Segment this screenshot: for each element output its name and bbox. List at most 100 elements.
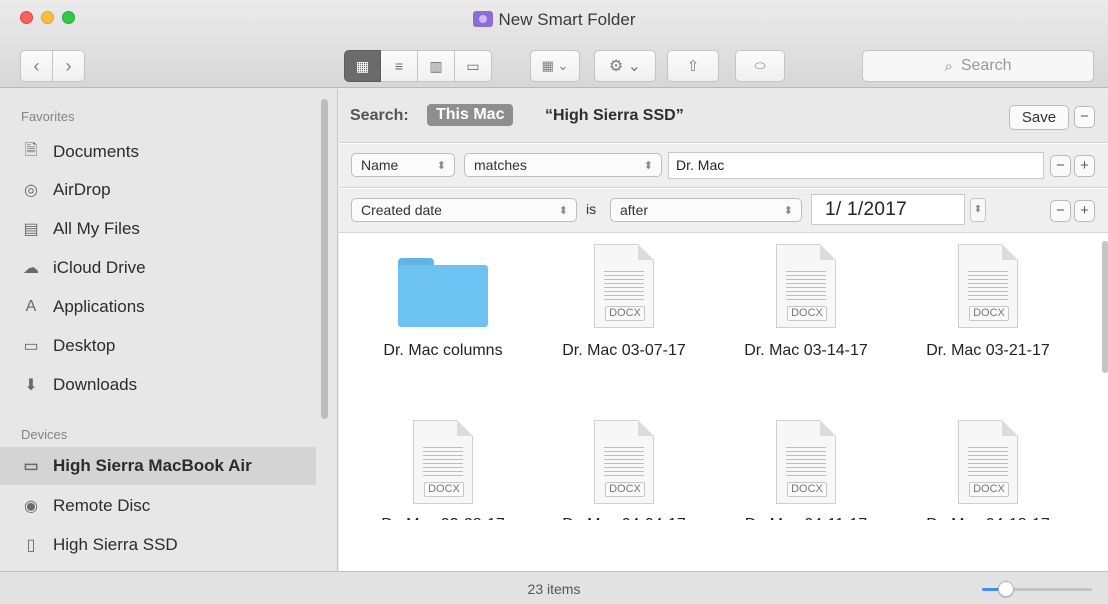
action-button[interactable]: ⚙ ⌄ [594, 50, 656, 82]
docx-document-icon: DOCX [958, 244, 1018, 328]
sidebar-item-remote-disc[interactable]: ◉ Remote Disc [0, 487, 316, 525]
attribute-popup[interactable]: Name ⬍ [351, 153, 455, 177]
date-stepper[interactable]: ⬍ [970, 198, 986, 222]
result-item-document[interactable]: DOCX Dr. Mac 03-28-17 [358, 410, 528, 520]
docx-document-icon: DOCX [958, 420, 1018, 504]
chevron-right-icon: › [65, 55, 72, 76]
file-extension-badge: DOCX [605, 482, 645, 497]
search-placeholder: Search [960, 57, 1012, 74]
attribute-popup-value: Name [361, 157, 399, 173]
result-item-name: Dr. Mac 03-28-17 [358, 510, 528, 520]
sidebar-item-documents[interactable]: 🗎 Documents [0, 133, 316, 171]
icon-view-icon: ▦ [355, 57, 370, 74]
name-value-field[interactable]: Dr. Mac [668, 152, 1044, 179]
attribute-popup-value: Created date [361, 202, 442, 218]
downloads-icon: ⬇ [24, 377, 38, 394]
laptop-icon: ▭ [23, 458, 39, 475]
result-item-document[interactable]: DOCX Dr. Mac 04-11-17 [721, 410, 891, 520]
sidebar-item-label: AirDrop [53, 180, 111, 199]
favorites-heading: Favorites [21, 109, 75, 124]
docx-document-icon: DOCX [594, 420, 654, 504]
share-button[interactable]: ⇧ [667, 50, 719, 82]
criteria-connector: is [586, 201, 597, 217]
sidebar-item-label: iCloud Drive [53, 258, 146, 277]
folder-icon [398, 258, 488, 328]
sidebar-item-high-sierra-ssd[interactable]: ▯ High Sierra SSD [0, 526, 316, 564]
remove-search-button[interactable]: − [1074, 106, 1095, 128]
main-pane: Search: This Mac “High Sierra SSD” Save … [339, 89, 1108, 571]
sidebar-item-label: Documents [53, 142, 139, 161]
arrange-button[interactable]: ▦ ⌄ [530, 50, 580, 82]
result-item-name: Dr. Mac 03-07-17 [562, 342, 686, 359]
devices-heading: Devices [21, 427, 68, 442]
result-item-folder[interactable]: Dr. Mac columns [358, 234, 528, 360]
sidebar-item-applications[interactable]: A Applications [0, 288, 316, 326]
document-thumbnail: DOCX [903, 234, 1073, 330]
tag-icon: ⬭ [754, 58, 766, 73]
sidebar-item-label: High Sierra SSD [53, 535, 178, 554]
document-thumbnail: DOCX [358, 410, 528, 506]
document-thumbnail: DOCX [539, 234, 709, 330]
add-criterion-button[interactable]: + [1074, 200, 1095, 222]
result-item-document[interactable]: DOCX Dr. Mac 04-04-17 [539, 410, 709, 520]
operator-popup[interactable]: matches ⬍ [464, 153, 662, 177]
item-count: 23 items [527, 581, 581, 597]
result-item-name: Dr. Mac 04-11-17 [721, 510, 891, 520]
results-grid: Dr. Mac columns DOCX Dr. Mac 03-07-17 DO… [339, 234, 1108, 541]
icon-view-button[interactable]: ▦ [344, 50, 381, 82]
share-icon: ⇧ [686, 58, 700, 75]
results-scrollbar[interactable] [1102, 241, 1108, 373]
sidebar-item-downloads[interactable]: ⬇ Downloads [0, 366, 316, 404]
scope-this-mac-button[interactable]: This Mac [427, 104, 514, 126]
result-item-document[interactable]: DOCX Dr. Mac 03-07-17 [539, 234, 709, 360]
list-view-button[interactable]: ≡ [381, 50, 418, 82]
drive-icon: ▯ [26, 537, 36, 554]
date-value-field[interactable]: 1/ 1/2017 [811, 194, 965, 225]
cover-flow-view-button[interactable]: ▭ [455, 50, 492, 82]
result-item-name: Dr. Mac columns [383, 342, 503, 359]
icon-size-slider[interactable] [982, 581, 1092, 597]
sidebar-item-label: All My Files [53, 219, 140, 238]
tags-button[interactable]: ⬭ [735, 50, 785, 82]
sidebar-item-label: High Sierra MacBook Air [53, 456, 252, 475]
desktop-icon: ▭ [23, 338, 39, 355]
sidebar-item-label: Desktop [53, 336, 116, 355]
all-files-icon: ▤ [23, 221, 39, 238]
file-extension-badge: DOCX [787, 306, 827, 321]
view-mode-control: ▦ ≡ ▥ ▭ [344, 50, 492, 82]
sidebar: Favorites 🗎 Documents ◎ AirDrop ▤ All My… [0, 89, 338, 571]
remove-criterion-button[interactable]: − [1050, 155, 1071, 177]
sidebar-item-label: Remote Disc [53, 496, 151, 515]
operator-popup-value: matches [474, 157, 527, 173]
result-item-document[interactable]: DOCX Dr. Mac 04-18-17 [903, 410, 1073, 520]
result-item-document[interactable]: DOCX Dr. Mac 03-21-17 [903, 234, 1073, 360]
column-view-button[interactable]: ▥ [418, 50, 455, 82]
sidebar-item-label: Applications [53, 297, 145, 316]
file-extension-badge: DOCX [605, 306, 645, 321]
sidebar-item-icloud-drive[interactable]: ☁ iCloud Drive [0, 249, 316, 287]
sidebar-scrollbar[interactable] [321, 99, 328, 419]
popup-chevron-icon: ⬍ [643, 160, 653, 172]
search-input[interactable]: ⌕ Search [862, 50, 1094, 82]
popup-chevron-icon: ⬍ [783, 205, 793, 217]
forward-button[interactable]: › [52, 50, 85, 82]
add-criterion-button[interactable]: + [1074, 155, 1095, 177]
cloud-icon: ☁ [23, 260, 39, 277]
sidebar-item-all-my-files[interactable]: ▤ All My Files [0, 210, 316, 248]
search-scope-label: Search: [350, 107, 409, 124]
sidebar-item-high-sierra-macbook-air[interactable]: ▭ High Sierra MacBook Air [0, 447, 316, 485]
remove-criterion-button[interactable]: − [1050, 200, 1071, 222]
popup-chevron-icon: ⬍ [436, 160, 446, 172]
attribute-popup[interactable]: Created date ⬍ [351, 198, 577, 222]
back-button[interactable]: ‹ [20, 50, 53, 82]
operator-popup-value: after [620, 202, 649, 218]
sidebar-item-desktop[interactable]: ▭ Desktop [0, 327, 316, 365]
save-search-button[interactable]: Save [1009, 105, 1069, 130]
scope-high-sierra-ssd-button[interactable]: “High Sierra SSD” [545, 107, 684, 125]
operator-popup[interactable]: after ⬍ [610, 198, 802, 222]
sidebar-item-airdrop[interactable]: ◎ AirDrop [0, 171, 316, 209]
list-view-icon: ≡ [394, 58, 404, 74]
search-scope-bar: Search: This Mac “High Sierra SSD” Save … [339, 89, 1108, 143]
document-thumbnail: DOCX [539, 410, 709, 506]
result-item-document[interactable]: DOCX Dr. Mac 03-14-17 [721, 234, 891, 360]
